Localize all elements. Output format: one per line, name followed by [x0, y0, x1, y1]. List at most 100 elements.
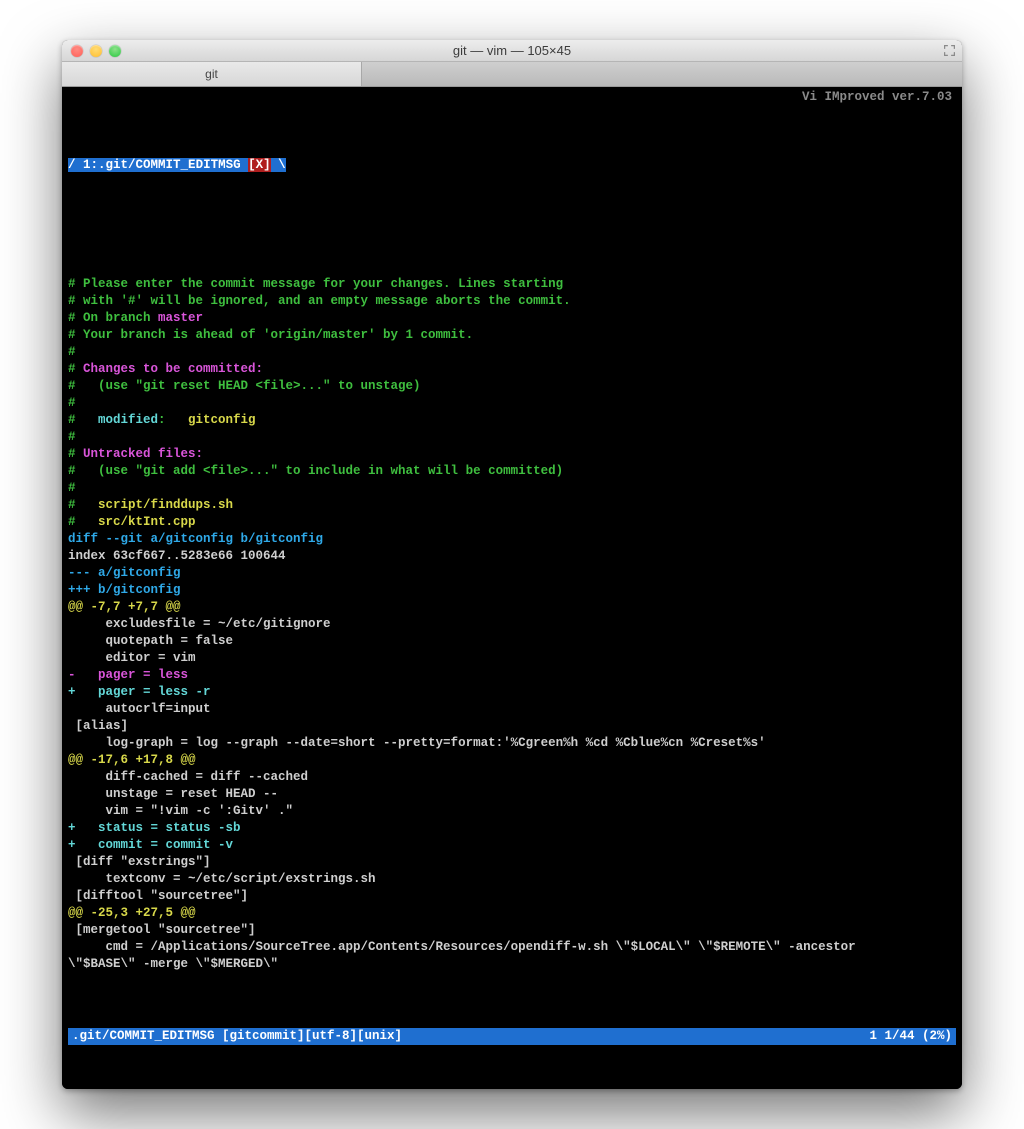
- code-seg: @@ -7,7 +7,7 @@: [68, 600, 181, 614]
- code-seg: log-graph = log --graph --date=short --p…: [68, 736, 766, 750]
- modified-flag: [X]: [248, 158, 271, 172]
- code-line: + commit = commit -v: [68, 837, 956, 854]
- window-title: git — vim — 105×45: [62, 43, 962, 58]
- code-line: @@ -25,3 +27,5 @@: [68, 905, 956, 922]
- code-seg: autocrlf=input: [68, 702, 211, 716]
- code-seg: @@ -17,6 +17,8 @@: [68, 753, 196, 767]
- code-seg: #: [68, 498, 98, 512]
- code-seg: :: [158, 413, 188, 427]
- code-line: #: [68, 344, 956, 361]
- code-line: vim = "!vim -c ':Gitv' .": [68, 803, 956, 820]
- code-line: editor = vim: [68, 650, 956, 667]
- code-seg: [difftool "sourcetree"]: [68, 889, 248, 903]
- code-line: \"$BASE\" -merge \"$MERGED\": [68, 956, 956, 973]
- code-seg: \"$BASE\" -merge \"$MERGED\": [68, 957, 278, 971]
- code-line: quotepath = false: [68, 633, 956, 650]
- code-line: unstage = reset HEAD --: [68, 786, 956, 803]
- code-line: + pager = less -r: [68, 684, 956, 701]
- code-seg: + commit = commit -v: [68, 838, 233, 852]
- code-line: +++ b/gitconfig: [68, 582, 956, 599]
- code-seg: master: [158, 311, 203, 325]
- code-line: textconv = ~/etc/script/exstrings.sh: [68, 871, 956, 888]
- code-seg: [alias]: [68, 719, 128, 733]
- code-seg: cmd = /Applications/SourceTree.app/Conte…: [68, 940, 863, 954]
- code-seg: index 63cf667..5283e66 100644: [68, 549, 286, 563]
- code-seg: + status = status -sb: [68, 821, 241, 835]
- code-seg: #: [68, 396, 76, 410]
- code-line: @@ -7,7 +7,7 @@: [68, 599, 956, 616]
- code-seg: [diff "exstrings"]: [68, 855, 211, 869]
- code-seg: modified: [98, 413, 158, 427]
- code-seg: diff --git a/gitconfig b/gitconfig: [68, 532, 323, 546]
- code-seg: unstage = reset HEAD --: [68, 787, 278, 801]
- code-line: [alias]: [68, 718, 956, 735]
- terminal-tab-bar: git: [62, 62, 962, 87]
- code-seg: Untracked files:: [83, 447, 203, 461]
- code-seg: #: [68, 345, 76, 359]
- code-line: [mergetool "sourcetree"]: [68, 922, 956, 939]
- code-line: --- a/gitconfig: [68, 565, 956, 582]
- vim-status-line: .git/COMMIT_EDITMSG [gitcommit][utf-8][u…: [68, 1028, 956, 1045]
- code-seg: # (use "git add <file>..." to include in…: [68, 464, 563, 478]
- code-line: #: [68, 429, 956, 446]
- code-seg: #: [68, 515, 98, 529]
- code-line: @@ -17,6 +17,8 @@: [68, 752, 956, 769]
- code-line: - pager = less: [68, 667, 956, 684]
- code-line: # modified: gitconfig: [68, 412, 956, 429]
- code-seg: @@ -25,3 +27,5 @@: [68, 906, 196, 920]
- code-line: # Untracked files:: [68, 446, 956, 463]
- code-seg: +++ b/gitconfig: [68, 583, 181, 597]
- code-seg: quotepath = false: [68, 634, 233, 648]
- code-line: # Changes to be committed:: [68, 361, 956, 378]
- code-seg: #: [68, 481, 76, 495]
- statusline-left: .git/COMMIT_EDITMSG [gitcommit][utf-8][u…: [72, 1028, 402, 1045]
- code-seg: diff-cached = diff --cached: [68, 770, 308, 784]
- minimize-icon[interactable]: [90, 45, 102, 57]
- code-seg: excludesfile = ~/etc/gitignore: [68, 617, 331, 631]
- code-seg: + pager = less -r: [68, 685, 211, 699]
- code-seg: # On branch: [68, 311, 158, 325]
- code-line: # (use "git add <file>..." to include in…: [68, 463, 956, 480]
- code-line: #: [68, 480, 956, 497]
- code-line: + status = status -sb: [68, 820, 956, 837]
- code-line: [diff "exstrings"]: [68, 854, 956, 871]
- terminal-tab-git[interactable]: git: [62, 62, 362, 86]
- code-line: #: [68, 395, 956, 412]
- code-line: # (use "git reset HEAD <file>..." to uns…: [68, 378, 956, 395]
- code-line: # script/finddups.sh: [68, 497, 956, 514]
- vim-version-label: Vi IMproved ver.7.03: [802, 89, 952, 106]
- close-icon[interactable]: [71, 45, 83, 57]
- code-seg: vim = "!vim -c ':Gitv' .": [68, 804, 293, 818]
- code-seg: Changes to be committed:: [83, 362, 263, 376]
- code-line: # with '#' will be ignored, and an empty…: [68, 293, 956, 310]
- code-line: # src/ktInt.cpp: [68, 514, 956, 531]
- code-seg: gitconfig: [188, 413, 256, 427]
- code-seg: # Your branch is ahead of 'origin/master…: [68, 328, 473, 342]
- titlebar[interactable]: git — vim — 105×45: [62, 40, 962, 62]
- code-seg: textconv = ~/etc/script/exstrings.sh: [68, 872, 376, 886]
- code-seg: # Please enter the commit message for yo…: [68, 277, 563, 291]
- statusline-right: 1 1/44 (2%): [869, 1028, 952, 1045]
- zoom-icon[interactable]: [109, 45, 121, 57]
- code-seg: # with '#' will be ignored, and an empty…: [68, 294, 571, 308]
- code-line: log-graph = log --graph --date=short --p…: [68, 735, 956, 752]
- terminal-window: git — vim — 105×45 git Vi IMproved ver.7…: [62, 40, 962, 1089]
- code-seg: editor = vim: [68, 651, 196, 665]
- code-seg: src/ktInt.cpp: [98, 515, 196, 529]
- code-seg: #: [68, 413, 98, 427]
- code-seg: - pager = less: [68, 668, 188, 682]
- traffic-lights: [62, 45, 121, 57]
- code-line: excludesfile = ~/etc/gitignore: [68, 616, 956, 633]
- code-line: autocrlf=input: [68, 701, 956, 718]
- terminal-viewport[interactable]: Vi IMproved ver.7.03 / 1:.git/COMMIT_EDI…: [62, 87, 962, 1089]
- fullscreen-icon[interactable]: [943, 44, 956, 57]
- vim-buffer-tab[interactable]: / 1:.git/COMMIT_EDITMSG [X] \: [68, 157, 956, 174]
- code-line: [difftool "sourcetree"]: [68, 888, 956, 905]
- code-seg: [mergetool "sourcetree"]: [68, 923, 256, 937]
- code-line: diff-cached = diff --cached: [68, 769, 956, 786]
- code-line: # On branch master: [68, 310, 956, 327]
- code-seg: #: [68, 430, 76, 444]
- code-seg: #: [68, 447, 83, 461]
- code-line: index 63cf667..5283e66 100644: [68, 548, 956, 565]
- code-seg: --- a/gitconfig: [68, 566, 181, 580]
